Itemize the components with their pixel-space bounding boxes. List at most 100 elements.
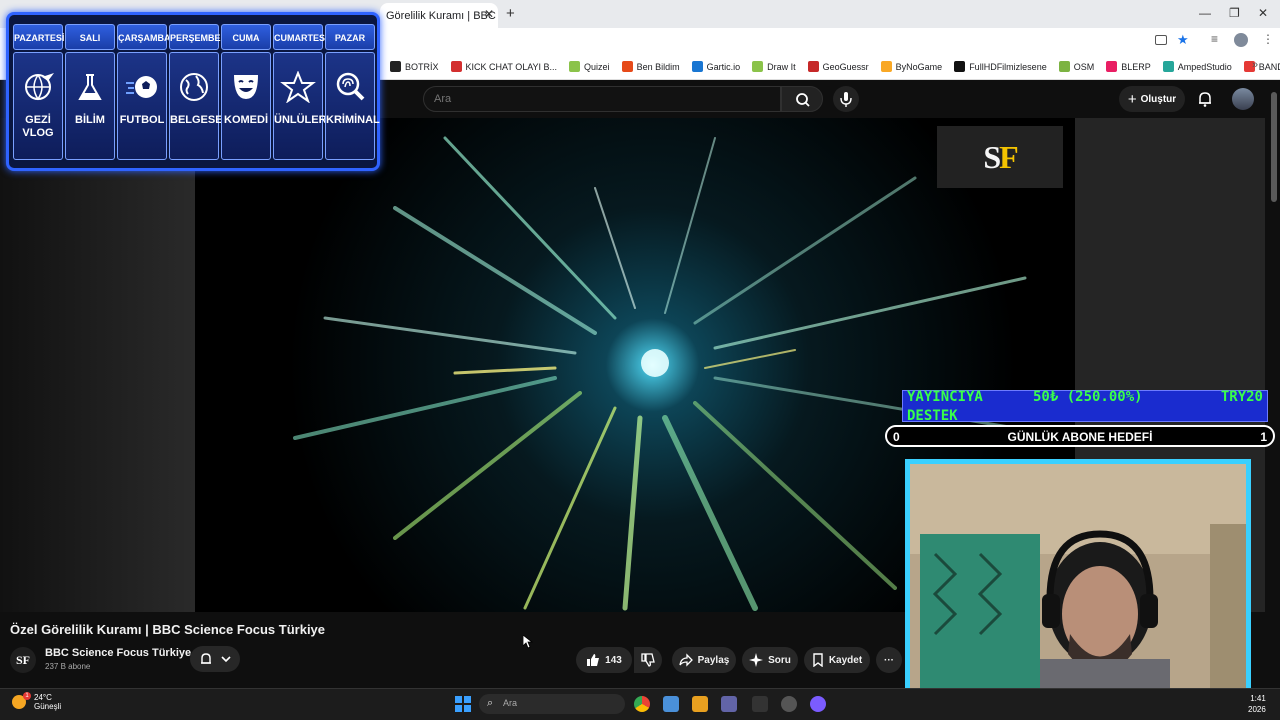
bookmark-item[interactable]: Quizei bbox=[569, 61, 610, 72]
new-tab-button[interactable]: + bbox=[506, 5, 515, 22]
bookmark-favicon-icon bbox=[880, 61, 892, 72]
fingerprint-magnifier-icon bbox=[336, 72, 365, 101]
bookmark-label: Draw It bbox=[767, 61, 796, 72]
profile-icon[interactable] bbox=[1234, 33, 1248, 47]
schedule-day: SALI BİLİM bbox=[65, 24, 115, 160]
browser-tab[interactable]: Görelilik Kuramı | BBC Scie bbox=[380, 3, 498, 28]
minimize-icon[interactable]: — bbox=[1199, 6, 1211, 20]
weather-widget[interactable]: 24°C Güneşli bbox=[34, 693, 61, 711]
mail-icon[interactable] bbox=[663, 696, 679, 712]
bookmark-label: ByNoGame bbox=[895, 61, 943, 72]
schedule-day: CUMARTESİ ÜNLÜLER bbox=[273, 24, 328, 160]
bookmark-favicon-icon bbox=[752, 61, 764, 72]
ask-button[interactable]: Soru bbox=[742, 647, 798, 673]
bookmark-label: BOTRİX bbox=[405, 61, 439, 72]
bookmark-item[interactable]: OSM bbox=[1058, 61, 1095, 72]
obs-icon[interactable] bbox=[781, 696, 797, 712]
support-amount: 50₺ (250.00%) bbox=[1033, 389, 1143, 405]
star-icon bbox=[280, 70, 316, 104]
teams-icon[interactable] bbox=[721, 696, 737, 712]
thumbs-down-icon bbox=[641, 653, 655, 667]
bookmark-star-icon[interactable]: ★ bbox=[1177, 32, 1189, 48]
notifications-icon[interactable] bbox=[1196, 90, 1214, 108]
taskbar-search[interactable]: Ara bbox=[479, 694, 625, 714]
share-label: Paylaş bbox=[697, 654, 730, 666]
logo-letter-s: S bbox=[983, 138, 1001, 175]
stream-schedule-overlay: PAZARTESİ GEZİ VLOG SALI BİLİM ÇARŞAMBA … bbox=[6, 12, 380, 171]
channel-avatar[interactable]: SF bbox=[10, 647, 36, 673]
weather-temp: 24°C bbox=[34, 693, 52, 702]
bookmark-item[interactable]: Draw It bbox=[752, 61, 796, 72]
bookmark-item[interactable]: KICK CHAT OLAYI B... bbox=[450, 61, 557, 72]
bookmark-item[interactable]: BLERP bbox=[1106, 61, 1151, 72]
like-count: 143 bbox=[605, 654, 622, 666]
globe-icon bbox=[180, 73, 208, 101]
day-label: ÜNLÜLER bbox=[274, 114, 327, 126]
share-button[interactable]: Paylaş bbox=[672, 647, 736, 673]
bookmark-item[interactable]: ByNoGame bbox=[880, 61, 943, 72]
search-label: Ara bbox=[503, 698, 518, 708]
streamer-webcam-image bbox=[910, 464, 1246, 711]
channel-name[interactable]: BBC Science Focus Türkiye bbox=[45, 647, 191, 659]
app-icon[interactable] bbox=[810, 696, 826, 712]
notification-preference-button[interactable] bbox=[190, 646, 240, 672]
day-content: BİLİM bbox=[65, 52, 115, 160]
schedule-day: ÇARŞAMBA FUTBOL bbox=[117, 24, 171, 160]
theater-mask-icon bbox=[234, 75, 258, 99]
bookmark-label: OSM bbox=[1073, 61, 1095, 72]
bookmark-item[interactable]: BOTRİX bbox=[390, 61, 439, 72]
bookmark-item[interactable]: AmpedStudio bbox=[1162, 61, 1232, 72]
webcam-feed bbox=[905, 459, 1251, 716]
bookmark-item[interactable]: BANDLAB bbox=[1243, 61, 1280, 72]
bookmark-item[interactable]: Gartic.io bbox=[691, 61, 740, 72]
restore-icon[interactable]: ❐ bbox=[1229, 6, 1240, 20]
page-scrollbar[interactable] bbox=[1271, 92, 1277, 202]
more-actions-button[interactable]: ··· bbox=[876, 647, 902, 673]
like-button[interactable]: 143 bbox=[576, 647, 632, 673]
goal-target: 1 bbox=[1260, 430, 1267, 444]
day-label: FUTBOL bbox=[119, 114, 165, 126]
weather-condition: Güneşli bbox=[34, 702, 62, 711]
more-bookmarks-icon[interactable]: » bbox=[1252, 59, 1258, 71]
schedule-day: CUMA KOMEDİ bbox=[221, 24, 271, 160]
epic-games-icon[interactable] bbox=[752, 696, 768, 712]
file-explorer-icon[interactable] bbox=[692, 696, 708, 712]
share-icon bbox=[678, 653, 693, 667]
install-app-icon[interactable] bbox=[1155, 35, 1167, 45]
save-button[interactable]: Kaydet bbox=[804, 647, 870, 673]
bookmark-item[interactable]: Ben Bildim bbox=[621, 61, 680, 72]
save-label: Kaydet bbox=[828, 654, 863, 666]
bookmark-favicon-icon bbox=[954, 61, 966, 72]
clock-time: 1:41 bbox=[1250, 694, 1266, 703]
close-window-icon[interactable]: ✕ bbox=[1258, 6, 1268, 20]
day-name: PERŞEMBE bbox=[169, 24, 221, 50]
bookmark-label: GeoGuessr bbox=[822, 61, 869, 72]
search-input[interactable] bbox=[423, 86, 781, 112]
create-button[interactable]: + Oluştur bbox=[1119, 86, 1185, 112]
dislike-button[interactable] bbox=[634, 647, 662, 673]
ask-label: Soru bbox=[768, 654, 791, 666]
bookmark-label: BLERP bbox=[1121, 61, 1151, 72]
bookmark-favicon-icon bbox=[1058, 61, 1070, 72]
media-control-icon[interactable]: ≡ bbox=[1211, 32, 1218, 46]
bookmark-favicon-icon bbox=[621, 61, 633, 72]
day-name: ÇARŞAMBA bbox=[117, 24, 171, 50]
subscriber-goal-bar: 0 GÜNLÜK ABONE HEDEFİ 1 bbox=[885, 425, 1275, 447]
system-clock[interactable]: 1:41 2026 bbox=[1248, 693, 1266, 715]
bookmark-item[interactable]: GeoGuessr bbox=[807, 61, 869, 72]
search-button[interactable] bbox=[781, 86, 823, 112]
day-label: KRİMİNAL bbox=[326, 114, 380, 126]
chevron-down-icon bbox=[221, 656, 231, 663]
mouse-cursor bbox=[523, 635, 533, 649]
day-content: ÜNLÜLER bbox=[273, 52, 327, 160]
day-label: GEZİ VLOG bbox=[22, 114, 54, 139]
goal-label: GÜNLÜK ABONE HEDEFİ bbox=[1007, 430, 1153, 444]
windows-start-icon[interactable] bbox=[455, 696, 471, 717]
account-avatar[interactable] bbox=[1232, 88, 1254, 110]
bookmark-item[interactable]: FullHDFilmizlesene bbox=[954, 61, 1047, 72]
browser-menu-icon[interactable]: ⋮ bbox=[1262, 32, 1274, 46]
close-tab-icon[interactable]: ✕ bbox=[484, 7, 494, 21]
chrome-icon[interactable] bbox=[634, 696, 650, 712]
voice-search-button[interactable] bbox=[833, 86, 859, 112]
bookmark-label: Ben Bildim bbox=[636, 61, 680, 72]
